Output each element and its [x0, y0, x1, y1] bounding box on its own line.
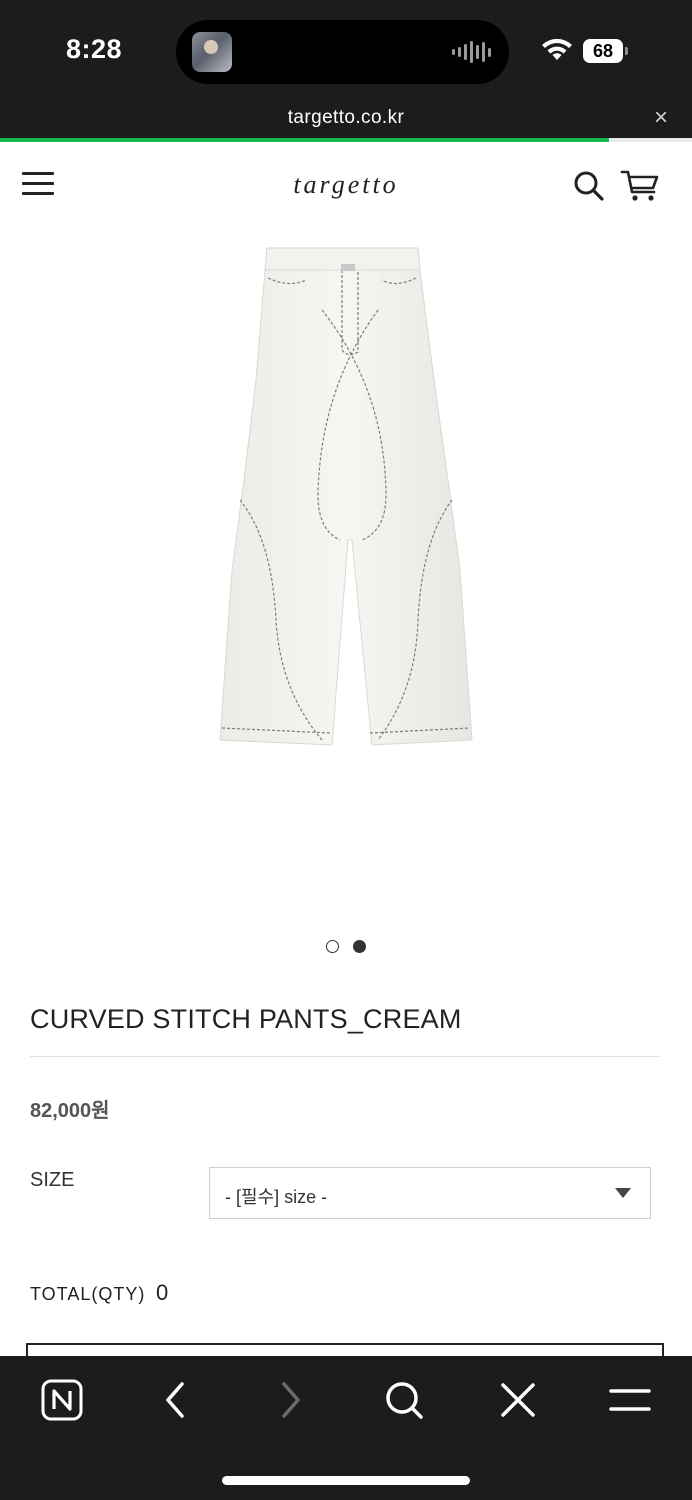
dynamic-island[interactable] [176, 20, 509, 84]
product-image[interactable] [210, 240, 490, 750]
cart-icon[interactable] [620, 168, 660, 204]
size-label: SIZE [30, 1169, 75, 1191]
waveform-icon [452, 40, 491, 64]
page-load-progress [0, 138, 692, 142]
menu-icon[interactable] [608, 1378, 652, 1422]
close-icon[interactable]: × [654, 104, 668, 132]
url-bar[interactable]: targetto.co.kr × [0, 100, 692, 138]
product-price: 82,000원 [30, 1100, 110, 1122]
close-icon[interactable] [496, 1378, 540, 1422]
chevron-down-icon [615, 1188, 631, 1198]
battery-icon: 68 [583, 39, 628, 63]
carousel-dots [0, 940, 692, 953]
carousel-dot-2[interactable] [353, 940, 366, 953]
album-thumbnail[interactable] [192, 32, 232, 72]
total-qty: 0 [156, 1280, 169, 1305]
status-time: 8:28 [66, 34, 123, 64]
back-icon[interactable] [154, 1378, 198, 1422]
size-select-value: - [필수] size - [225, 1187, 328, 1207]
divider [30, 1056, 660, 1057]
forward-icon [282, 1382, 300, 1418]
wifi-icon [542, 38, 572, 60]
url-text[interactable]: targetto.co.kr [0, 107, 692, 129]
page-load-progress-fill [0, 138, 609, 142]
search-icon[interactable] [573, 170, 605, 202]
size-select[interactable]: - [필수] size - [209, 1167, 651, 1219]
total-label: TOTAL(QTY) [30, 1284, 146, 1304]
search-icon[interactable] [382, 1378, 426, 1422]
home-indicator [222, 1476, 470, 1485]
product-title: CURVED STITCH PANTS_CREAM [30, 1004, 462, 1034]
status-bar: 8:28 68 [0, 0, 692, 100]
carousel-dot-1[interactable] [326, 940, 339, 953]
naver-home-icon[interactable] [40, 1378, 84, 1422]
